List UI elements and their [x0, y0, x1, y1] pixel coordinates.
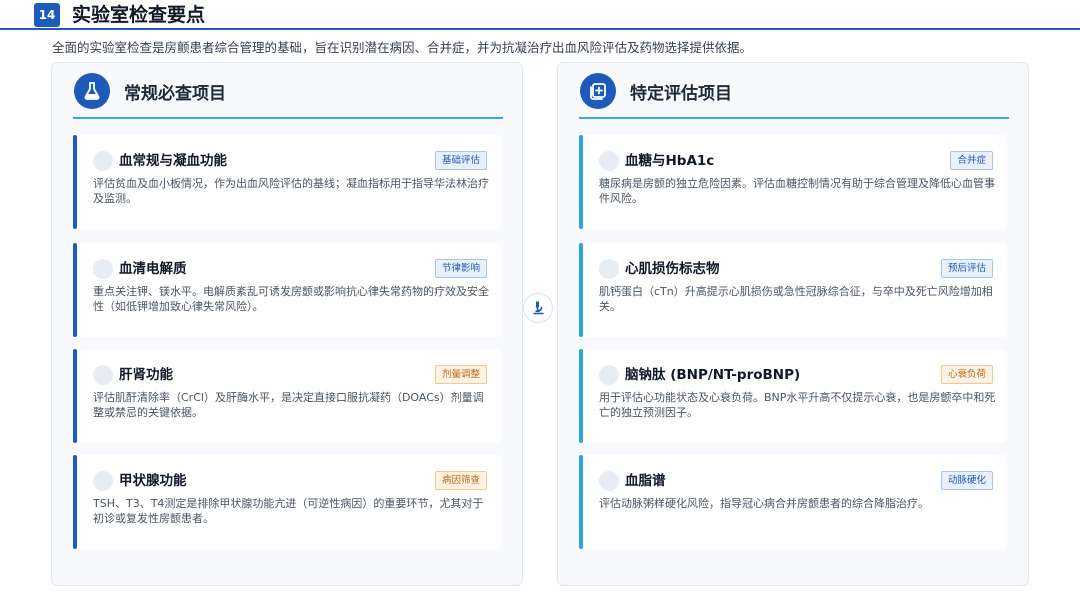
card-tag: 预后评估 [940, 259, 993, 278]
card-title: 血常规与凝血功能 [119, 153, 227, 169]
panel-divider [73, 117, 503, 119]
specific-tests-panel: 特定评估项目 血糖与HbA1c 合并症 糖尿病是房颤的独立危险因素。评估血糖控制… [557, 62, 1029, 586]
card-accent-bar [579, 349, 583, 443]
card-accent-bar [579, 455, 583, 549]
test-card: 血清电解质 节律影响 重点关注钾、镁水平。电解质紊乱可诱发房颤或影响抗心律失常药… [73, 243, 501, 337]
test-card: 血脂谱 动脉硬化 评估动脉粥样硬化风险，指导冠心病合并房颤患者的综合降脂治疗。 [579, 455, 1007, 549]
card-title: 血糖与HbA1c [625, 153, 715, 169]
test-card: 甲状腺功能 病因筛查 TSH、T3、T4测定是排除甲状腺功能亢进（可逆性病因）的… [73, 455, 501, 549]
card-tag: 心衰负荷 [940, 365, 993, 384]
test-card: 血糖与HbA1c 合并症 糖尿病是房颤的独立危险因素。评估血糖控制情况有助于综合… [579, 135, 1007, 229]
panel-title: 特定评估项目 [630, 83, 732, 104]
card-tag: 病因筛查 [434, 471, 487, 490]
circle-icon [93, 151, 113, 171]
card-description: 评估贫血及血小板情况，作为出血风险评估的基线；凝血指标用于指导华法林治疗及监测。 [93, 177, 489, 205]
panel-header: 常规必查项目 [74, 71, 226, 111]
card-title: 血脂谱 [625, 473, 666, 489]
page-title: 实验室检查要点 [72, 4, 206, 26]
header-divider [0, 28, 1080, 30]
card-tag: 剂量调整 [434, 365, 487, 384]
test-card: 血常规与凝血功能 基础评估 评估贫血及血小板情况，作为出血风险评估的基线；凝血指… [73, 135, 501, 229]
card-description: 评估肌酐清除率（CrCl）及肝酶水平，是决定直接口服抗凝药（DOACs）剂量调整… [93, 391, 484, 419]
test-card: 肝肾功能 剂量调整 评估肌酐清除率（CrCl）及肝酶水平，是决定直接口服抗凝药（… [73, 349, 501, 443]
card-title: 心肌损伤标志物 [625, 261, 720, 277]
card-accent-bar [73, 349, 77, 443]
card-accent-bar [579, 243, 583, 337]
circle-icon [93, 365, 113, 385]
page-number: 14 [34, 3, 60, 27]
panel-title: 常规必查项目 [124, 83, 226, 104]
circle-icon [599, 151, 619, 171]
circle-icon [599, 365, 619, 385]
panel-header: 特定评估项目 [580, 71, 732, 111]
card-title: 甲状腺功能 [119, 473, 187, 489]
card-description: 重点关注钾、镁水平。电解质紊乱可诱发房颤或影响抗心律失常药物的疗效及安全性（如低… [93, 285, 489, 313]
medical-report-icon [580, 73, 616, 109]
slide-header: 14 实验室检查要点 [0, 0, 1080, 30]
intro-text: 全面的实验室检查是房颤患者综合管理的基础，旨在识别潜在病因、合并症，并为抗凝治疗… [52, 40, 753, 55]
card-description: 肌钙蛋白（cTn）升高提示心肌损伤或急性冠脉综合征，与卒中及死亡风险增加相关。 [599, 285, 993, 313]
card-description: 评估动脉粥样硬化风险，指导冠心病合并房颤患者的综合降脂治疗。 [599, 497, 929, 510]
card-title: 脑钠肽 (BNP/NT-proBNP) [625, 367, 801, 383]
circle-icon [93, 471, 113, 491]
card-tag: 节律影响 [434, 259, 487, 278]
microscope-icon [523, 293, 553, 323]
card-tag: 基础评估 [434, 151, 487, 170]
test-card: 脑钠肽 (BNP/NT-proBNP) 心衰负荷 用于评估心功能状态及心衰负荷。… [579, 349, 1007, 443]
card-accent-bar [73, 455, 77, 549]
card-title: 血清电解质 [119, 261, 187, 277]
card-description: TSH、T3、T4测定是排除甲状腺功能亢进（可逆性病因）的重要环节，尤其对于初诊… [93, 497, 484, 525]
card-accent-bar [73, 135, 77, 229]
card-accent-bar [73, 243, 77, 337]
test-card: 心肌损伤标志物 预后评估 肌钙蛋白（cTn）升高提示心肌损伤或急性冠脉综合征，与… [579, 243, 1007, 337]
routine-tests-panel: 常规必查项目 血常规与凝血功能 基础评估 评估贫血及血小板情况，作为出血风险评估… [51, 62, 523, 586]
card-description: 糖尿病是房颤的独立危险因素。评估血糖控制情况有助于综合管理及降低心血管事件风险。 [599, 177, 995, 205]
card-accent-bar [579, 135, 583, 229]
card-tag: 动脉硬化 [940, 471, 993, 490]
card-tag: 合并症 [950, 151, 993, 170]
circle-icon [599, 471, 619, 491]
circle-icon [599, 259, 619, 279]
card-title: 肝肾功能 [119, 367, 173, 383]
card-description: 用于评估心功能状态及心衰负荷。BNP水平升高不仅提示心衰，也是房颤卒中和死亡的独… [599, 391, 996, 419]
circle-icon [93, 259, 113, 279]
flask-icon [74, 73, 110, 109]
panel-divider [579, 117, 1009, 119]
